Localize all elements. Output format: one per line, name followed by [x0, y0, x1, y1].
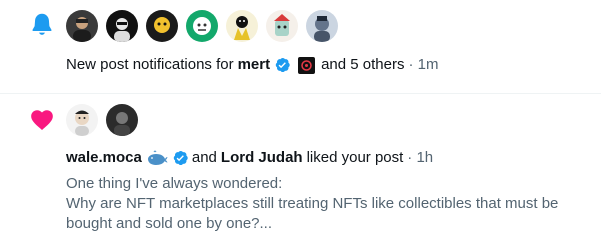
avatar[interactable]	[186, 10, 218, 42]
avatar[interactable]	[106, 104, 138, 136]
whale-emoji-icon	[147, 150, 168, 165]
verified-badge-icon	[275, 57, 290, 73]
avatar-row	[66, 104, 138, 136]
notification-text: New post notifications for mert and 5 ot…	[66, 55, 439, 75]
avatar[interactable]	[146, 10, 178, 42]
avatar[interactable]	[266, 10, 298, 42]
post-text-line: bought and sold one by one?...	[66, 215, 273, 232]
user-name-link[interactable]: Lord Judah	[221, 148, 303, 168]
heart-icon	[28, 106, 56, 134]
verified-badge-icon	[173, 150, 188, 166]
user-name-link[interactable]: wale.moca	[66, 148, 142, 168]
user-name-link[interactable]: mert	[238, 55, 271, 75]
avatar[interactable]	[66, 10, 98, 42]
mini-avatar-icon	[298, 56, 316, 74]
post-preview[interactable]: One thing I've always wondered: Why are …	[66, 174, 586, 234]
avatar[interactable]	[106, 10, 138, 42]
avatar[interactable]	[306, 10, 338, 42]
avatar[interactable]	[66, 104, 98, 136]
avatar-row	[66, 10, 338, 42]
others-count[interactable]: and 5 others	[321, 55, 404, 75]
notification-text: wale.moca and Lord Judah liked your post…	[66, 148, 433, 168]
timestamp: · 1h	[407, 149, 434, 166]
bell-icon	[28, 10, 56, 38]
notification-prefix: New post notifications for	[66, 56, 234, 73]
notification-new-posts[interactable]: New post notifications for mert and 5 ot…	[0, 0, 601, 94]
timestamp: · 1m	[408, 56, 439, 73]
post-text-line: One thing I've always wondered:	[66, 175, 283, 192]
conjunction: and	[191, 149, 217, 166]
avatar[interactable]	[226, 10, 258, 42]
post-text-line: Why are NFT marketplaces still treating …	[66, 195, 559, 212]
action-text: liked your post	[306, 149, 404, 166]
notification-like[interactable]: wale.moca and Lord Judah liked your post…	[0, 94, 601, 244]
